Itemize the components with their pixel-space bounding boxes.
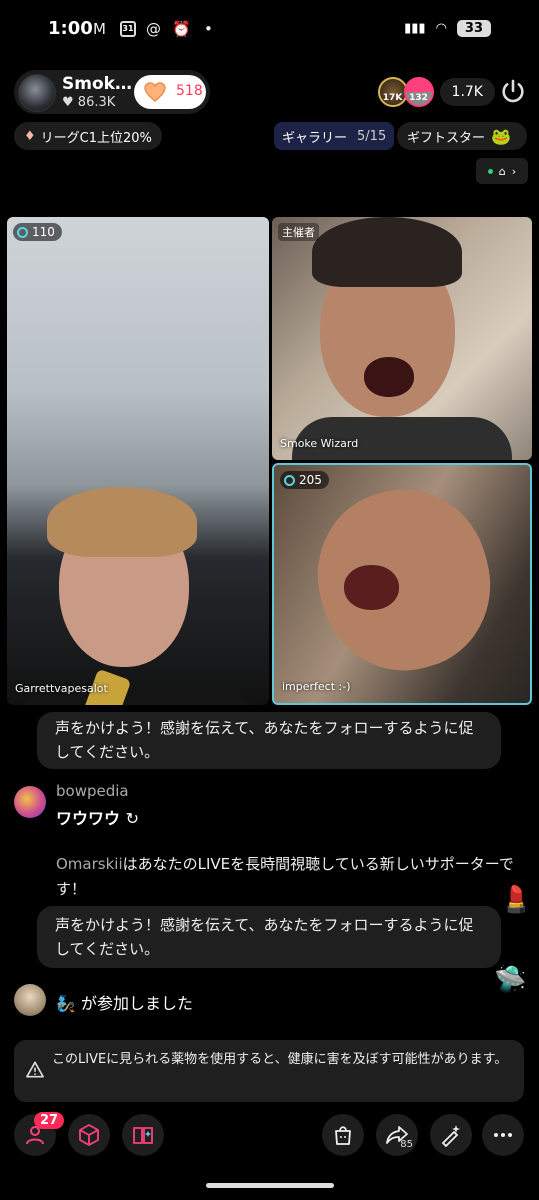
user-emoji-icon: 🧞	[56, 994, 76, 1013]
more-button[interactable]	[482, 1114, 524, 1156]
chat-username[interactable]: bowpedia	[56, 782, 129, 800]
chevron-right-icon: ›	[511, 164, 517, 178]
signal-icon: ▮▮▮	[404, 21, 426, 36]
mouth-shape	[344, 565, 399, 610]
host-info[interactable]: Smok… ♥ 86.3K 518	[14, 70, 210, 114]
host-tile-name: Smoke Wizard	[280, 437, 359, 450]
badge-value: 205	[299, 473, 322, 487]
host-video-tile[interactable]: 主催者 Smoke Wizard	[272, 217, 532, 460]
gift-count-badge: 205	[280, 471, 329, 489]
badge-value: 110	[32, 225, 55, 239]
host-likes: ♥ 86.3K	[62, 95, 115, 110]
follow-count: 518	[176, 83, 203, 99]
chat-prompt-bubble: 声をかけよう！感謝を伝えて、あなたをフォローするように促してください。	[37, 906, 501, 968]
magic-wand-button[interactable]	[430, 1114, 472, 1156]
home-icon: ⌂	[498, 164, 506, 178]
calendar-icon: 31	[120, 21, 136, 37]
battery-icon: 33	[456, 20, 491, 37]
system-message: OmarskiiはあなたのLIVEを長時間視聴している新しいサポーターです！	[56, 852, 526, 902]
live-status-control[interactable]: ⌂ ›	[476, 158, 528, 184]
more-icon	[494, 1133, 512, 1137]
frog-icon: 🐸	[491, 126, 511, 146]
warning-icon	[26, 1061, 44, 1078]
shop-button[interactable]	[322, 1114, 364, 1156]
guests-badge: 27	[34, 1112, 65, 1129]
gmail-icon: M	[93, 20, 106, 38]
host-name: Smok…	[62, 74, 132, 94]
top-viewers[interactable]: 17K 132 1.7K	[377, 77, 495, 107]
live-dot-icon	[487, 168, 493, 174]
gallery-count: 5/15	[357, 128, 387, 144]
chat-message-text: ワウワウ	[56, 809, 121, 828]
wifi-icon: ◠	[435, 21, 447, 36]
diamond-icon: ♦	[24, 128, 36, 144]
join-message: 🧞 が参加しました	[56, 990, 193, 1014]
coin-icon	[17, 226, 28, 238]
mouth-shape	[364, 357, 414, 397]
translate-icon[interactable]: ↻	[126, 809, 139, 828]
viewer-count[interactable]: 1.7K	[439, 78, 495, 106]
alarm-icon: ⏰	[172, 20, 191, 38]
system-text: はあなたのLIVEを長時間視聴している新しいサポーターです！	[56, 855, 514, 898]
warning-text: このLIVEに見られる薬物を使用すると、健康に害を及ぼす可能性があります。	[52, 1052, 508, 1067]
magic-wand-icon	[441, 1125, 460, 1147]
share-button[interactable]: 85	[376, 1114, 418, 1156]
guest-name: Garrettvapesalot	[15, 682, 108, 695]
chat-prompt-bubble: 声をかけよう！感謝を伝えて、あなたをフォローするように促してください。	[37, 712, 501, 769]
guest-video-tile[interactable]: 110 Garrettvapesalot	[7, 217, 269, 705]
status-time: 1:00	[48, 18, 93, 39]
share-count: 85	[400, 1139, 413, 1150]
ufo-icon: 🛸	[494, 965, 527, 995]
home-indicator[interactable]	[206, 1183, 334, 1188]
gallery-button[interactable]: ギャラリー 5/15	[274, 122, 395, 150]
viewer-avatar[interactable]: 132	[403, 77, 434, 107]
coin-icon	[284, 474, 295, 486]
effects-button[interactable]	[68, 1114, 110, 1156]
guest-name: imperfect :-)	[282, 680, 351, 693]
user-avatar[interactable]	[14, 984, 46, 1016]
gift-star-label: ギフトスター	[407, 130, 486, 146]
host-avatar[interactable]	[18, 74, 56, 112]
lipstick-icon: 💄	[500, 885, 533, 915]
hair-shape	[312, 217, 462, 287]
join-text: が参加しました	[81, 994, 194, 1013]
safety-warning: このLIVEに見られる薬物を使用すると、健康に害を及ぼす可能性があります。	[14, 1040, 524, 1102]
gallery-label: ギャラリー	[282, 130, 348, 146]
gift-star-button[interactable]: ギフトスター 🐸	[397, 122, 527, 150]
system-username[interactable]: Omarskii	[56, 855, 123, 873]
guest-video-tile[interactable]: 205 imperfect :-)	[272, 463, 532, 705]
gift-count-badge: 110	[13, 223, 62, 241]
host-tag: 主催者	[278, 223, 319, 241]
more-notifications-icon: •	[204, 20, 213, 38]
threads-icon: @	[146, 20, 161, 38]
book-sparkle-icon	[133, 1127, 153, 1144]
person-shape	[298, 471, 510, 689]
stories-button[interactable]	[122, 1114, 164, 1156]
status-bar: 1:00 M 31 @ ⏰ • ▮▮▮ ◠ 33	[0, 0, 539, 60]
user-avatar[interactable]	[14, 786, 46, 818]
heart-icon	[144, 82, 166, 102]
league-badge[interactable]: ♦ リーグC1上位20%	[14, 122, 162, 150]
chat-message: ワウワウ ↻	[56, 805, 139, 829]
host-likes-count: 86.3K	[77, 95, 116, 110]
heart-icon: ♥	[62, 95, 74, 110]
hair-shape	[47, 487, 197, 557]
cube-icon	[79, 1124, 99, 1146]
shopping-bag-icon	[335, 1126, 351, 1145]
league-label: リーグC1上位20%	[40, 130, 152, 146]
power-icon[interactable]	[499, 78, 527, 106]
follow-button[interactable]: 518	[134, 75, 206, 109]
